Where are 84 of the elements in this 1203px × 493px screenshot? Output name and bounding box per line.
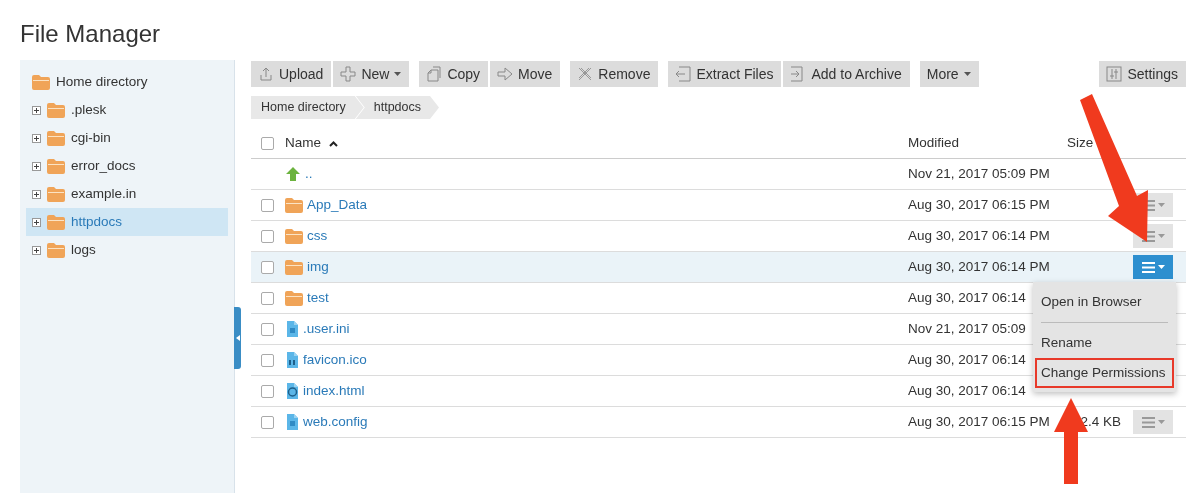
caret-icon xyxy=(1157,203,1165,207)
row-checkbox[interactable] xyxy=(261,322,274,336)
folder-icon xyxy=(285,228,303,244)
breadcrumb-link[interactable]: Home directory xyxy=(251,96,364,119)
toolbar-button[interactable]: Remove xyxy=(570,61,659,87)
table-cell: Aug 30, 2017 06:15 PM xyxy=(908,196,1050,212)
menu-item[interactable]: Change Permissions xyxy=(1035,357,1174,388)
table-cell: Aug 30, 2017 06:14 PM xyxy=(908,258,1050,274)
web-file-icon xyxy=(285,383,299,399)
tree-item[interactable]: Home directory xyxy=(26,68,228,96)
folder-icon xyxy=(47,186,65,202)
folder-icon xyxy=(47,214,65,230)
tree-item[interactable]: cgi-bin xyxy=(26,124,228,152)
page-title: File Manager xyxy=(19,19,162,49)
row-checkbox[interactable] xyxy=(261,198,274,212)
caret-icon xyxy=(1157,265,1165,269)
folder-icon xyxy=(47,102,65,118)
row-menu-button[interactable] xyxy=(1133,255,1173,279)
row-checkbox[interactable] xyxy=(261,291,274,305)
column-header[interactable]: Modified xyxy=(908,133,960,154)
binary-file-icon xyxy=(285,352,299,368)
row-menu-button[interactable] xyxy=(1133,410,1173,434)
toolbar-button[interactable]: Copy xyxy=(419,61,489,87)
file-name-link[interactable]: App_Data xyxy=(307,194,368,216)
toolbar-button[interactable]: Move xyxy=(490,61,561,87)
menu-item[interactable]: Rename xyxy=(1037,329,1172,358)
toolbar-button[interactable]: Add to Archive xyxy=(783,61,910,87)
table-cell: Nov 21, 2017 05:09 PM xyxy=(908,165,1050,181)
select-all-checkbox[interactable] xyxy=(261,137,274,150)
table-cell: Aug 30, 2017 06:15 PM xyxy=(908,413,1050,429)
folder-icon xyxy=(285,197,303,213)
breadcrumb-link[interactable]: httpdocs xyxy=(355,96,439,119)
row-checkbox[interactable] xyxy=(261,415,274,429)
file-name-link[interactable]: favicon.ico xyxy=(303,349,367,371)
toolbar-button[interactable]: New xyxy=(333,61,410,87)
extract-icon xyxy=(675,66,692,82)
file-name-link[interactable]: index.html xyxy=(303,380,365,402)
tree-item[interactable]: example.in xyxy=(26,180,228,208)
upload-icon xyxy=(258,66,274,82)
caret-icon xyxy=(1157,420,1165,424)
menu-icon xyxy=(1141,261,1155,273)
up-arrow-icon xyxy=(285,166,301,182)
column-header[interactable]: Name xyxy=(285,133,338,154)
toolbar-button[interactable]: Settings xyxy=(1099,61,1186,87)
row-checkbox[interactable] xyxy=(261,229,274,243)
menu-icon xyxy=(1141,416,1155,428)
collapse-handle[interactable] xyxy=(234,307,241,369)
table-cell: Aug 30, 2017 06:14 xyxy=(908,289,1026,305)
table-cell: Aug 30, 2017 06:14 PM xyxy=(908,227,1050,243)
file-name-link[interactable]: web.config xyxy=(303,411,368,433)
row-checkbox[interactable] xyxy=(261,260,274,274)
file-name-link[interactable]: test xyxy=(307,287,329,309)
arrow-icon xyxy=(497,66,514,82)
plus-icon xyxy=(340,66,357,82)
folder-icon xyxy=(47,130,65,146)
toolbar-button[interactable]: Extract Files xyxy=(668,61,782,87)
file-icon xyxy=(285,414,299,430)
table-cell: Aug 30, 2017 06:14 xyxy=(908,382,1026,398)
folder-icon xyxy=(32,74,50,90)
tree-item[interactable]: error_docs xyxy=(26,152,228,180)
row-checkbox[interactable] xyxy=(261,353,274,367)
file-name-link[interactable]: img xyxy=(307,256,329,278)
file-name-link[interactable]: .. xyxy=(305,163,313,185)
column-header[interactable]: Size xyxy=(1067,133,1094,154)
row-checkbox[interactable] xyxy=(261,384,274,398)
remove-icon xyxy=(577,66,594,82)
file-name-link[interactable]: .user.ini xyxy=(303,318,350,340)
settings-icon xyxy=(1106,66,1123,82)
folder-icon xyxy=(47,242,65,258)
copy-icon xyxy=(426,66,443,82)
file-icon xyxy=(285,321,299,337)
folder-icon xyxy=(285,290,303,306)
toolbar-button[interactable]: More xyxy=(919,61,979,87)
table-cell: Aug 30, 2017 06:14 xyxy=(908,351,1026,367)
tree-item[interactable]: logs xyxy=(26,236,228,264)
folder-icon xyxy=(47,158,65,174)
menu-item[interactable]: Open in Browser xyxy=(1037,288,1172,317)
table-cell: Nov 21, 2017 05:09 xyxy=(908,320,1026,336)
toolbar-button[interactable]: Upload xyxy=(251,61,332,87)
folder-icon xyxy=(285,259,303,275)
file-name-link[interactable]: css xyxy=(307,225,328,247)
caret-icon xyxy=(1157,234,1165,238)
tree-item[interactable]: .plesk xyxy=(26,96,228,124)
tree-item[interactable]: httpdocs xyxy=(26,208,228,236)
